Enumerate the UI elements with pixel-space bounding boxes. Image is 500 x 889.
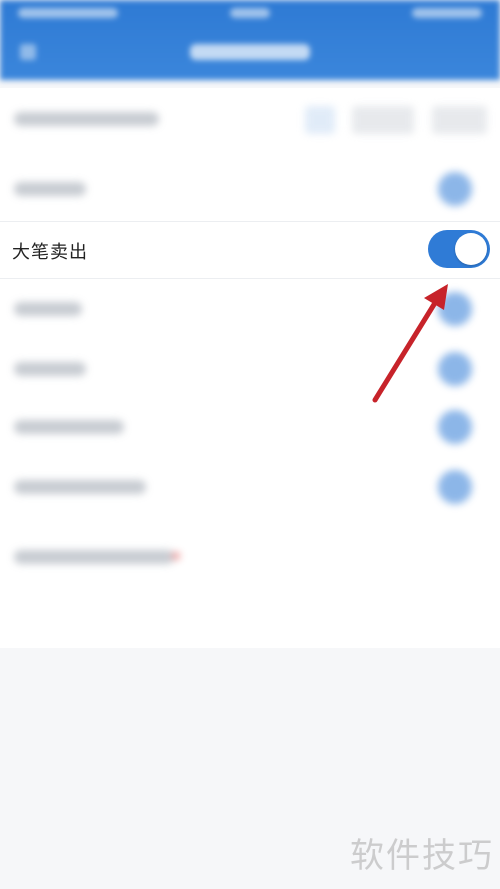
setting-label [14, 420, 124, 434]
setting-toggle[interactable] [438, 172, 472, 206]
setting-label [14, 362, 86, 376]
setting-label [14, 550, 174, 564]
watermark-text: 软件技巧 [350, 836, 494, 876]
status-bar-right [412, 8, 482, 18]
status-bar-time [230, 8, 270, 18]
setting-label [14, 302, 82, 316]
toggle-knob [455, 233, 487, 265]
red-dot-icon [172, 552, 180, 560]
app-header [0, 0, 500, 80]
settings-row [0, 90, 500, 148]
settings-row [0, 280, 500, 338]
setting-toggle[interactable] [438, 470, 472, 504]
status-bar-left [18, 8, 118, 18]
setting-toggle[interactable] [438, 410, 472, 444]
settings-row [0, 398, 500, 456]
setting-label [14, 480, 146, 494]
setting-toggle[interactable] [438, 352, 472, 386]
setting-toggle[interactable] [438, 292, 472, 326]
option-chip[interactable] [305, 106, 335, 134]
settings-row [0, 340, 500, 398]
settings-row [0, 160, 500, 218]
large-sell-toggle[interactable] [428, 230, 490, 268]
setting-label [14, 112, 159, 126]
back-icon[interactable] [20, 44, 36, 60]
settings-row [0, 528, 500, 586]
option-button[interactable] [352, 106, 414, 134]
settings-row [0, 458, 500, 516]
settings-list [0, 88, 500, 648]
setting-label: 大笔卖出 [12, 242, 88, 263]
setting-label [14, 182, 86, 196]
option-button[interactable] [432, 106, 487, 134]
page-title [190, 44, 310, 60]
settings-row-large-sell: 大笔卖出 [0, 222, 500, 278]
